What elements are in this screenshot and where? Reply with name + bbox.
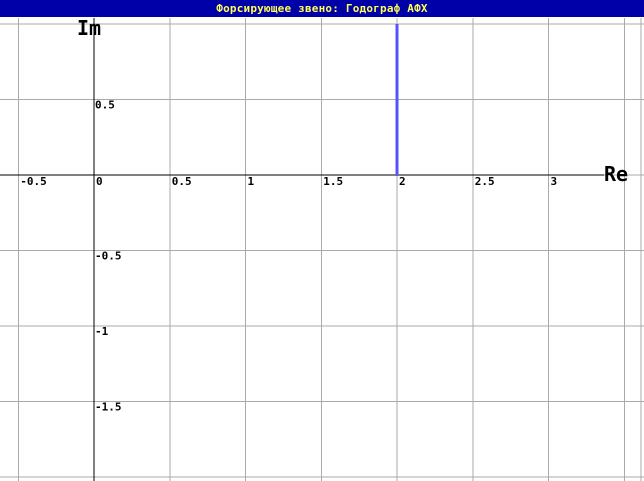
app-window: Форсирующее звено: Годограф АФХ -0.5 0 0.5… [0,0,644,481]
plot-area: -0.5 0 0.5 1 1.5 2 2.5 3 0.5 -0.5 -1 -1.5 Re Im [0,18,644,481]
x-tick-label: 0 [96,175,103,188]
y-axis-label: Im [77,18,101,40]
x-tick-label: 0.5 [172,175,192,188]
x-tick-label: 1 [248,175,255,188]
nyquist-plot: -0.5 0 0.5 1 1.5 2 2.5 3 0.5 -0.5 -1 -1.5 Re Im [0,18,644,481]
x-tick-label: 3 [551,175,558,188]
x-axis-label: Re [604,162,628,186]
window-title: Форсирующее звено: Годограф АФХ [216,2,428,15]
y-tick-label: -1.5 [95,401,122,414]
y-tick-label: 0.5 [95,99,115,112]
tick-labels: -0.5 0 0.5 1 1.5 2 2.5 3 0.5 -0.5 -1 -1.5 [20,99,557,414]
x-tick-label: 1.5 [323,175,343,188]
y-tick-label: -1 [95,325,109,338]
axes [0,18,604,481]
x-tick-label: -0.5 [20,175,47,188]
x-tick-label: 2 [399,175,406,188]
y-tick-label: -0.5 [95,250,122,263]
title-bar: Форсирующее звено: Годограф АФХ [0,0,644,18]
x-tick-label: 2.5 [475,175,495,188]
